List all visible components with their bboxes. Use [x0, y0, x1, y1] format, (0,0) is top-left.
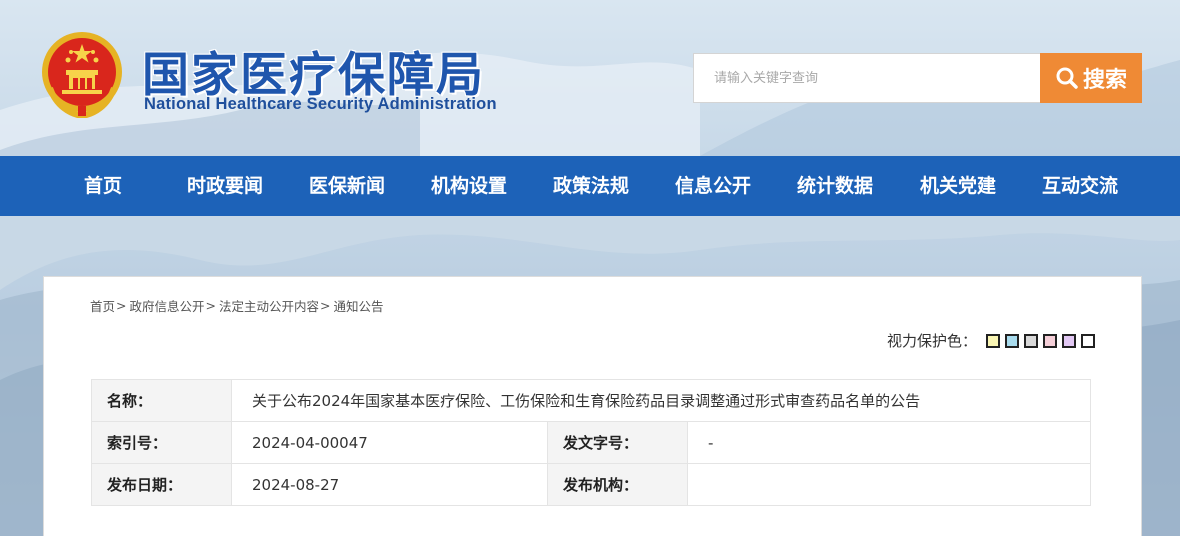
eye-care-swatch-yellow[interactable]: [986, 333, 1000, 348]
breadcrumb: 首页 > 政府信息公开 > 法定主动公开内容 > 通知公告: [90, 296, 384, 315]
eye-care-swatch-purple[interactable]: [1062, 333, 1076, 348]
nav-item-organization[interactable]: 机构设置: [431, 156, 507, 216]
breadcrumb-notices[interactable]: 通知公告: [334, 296, 384, 315]
date-key: 发布日期：: [91, 463, 232, 506]
table-row: 发布日期： 2024-08-27 发布机构：: [91, 463, 1091, 506]
eye-care-label: 视力保护色：: [886, 332, 977, 350]
eye-care-swatch-pink[interactable]: [1043, 333, 1057, 348]
docno-value: -: [687, 421, 1091, 464]
content-panel: 首页 > 政府信息公开 > 法定主动公开内容 > 通知公告 视力保护色： 名称：…: [43, 276, 1142, 536]
org-key: 发布机构：: [547, 463, 688, 506]
document-info-table: 名称： 关于公布2024年国家基本医疗保险、工伤保险和生育保险药品目录调整通过形…: [91, 379, 1091, 506]
breadcrumb-statutory-content[interactable]: 法定主动公开内容: [219, 296, 319, 315]
date-value: 2024-08-27: [231, 463, 548, 506]
search-button[interactable]: 搜索: [1040, 53, 1142, 103]
docno-key: 发文字号：: [547, 421, 688, 464]
index-value: 2024-04-00047: [231, 421, 548, 464]
nav-item-info-disclosure[interactable]: 信息公开: [675, 156, 751, 216]
main-nav: 首页 时政要闻 医保新闻 机构设置 政策法规 信息公开 统计数据 机关党建 互动…: [0, 156, 1180, 216]
name-value: 关于公布2024年国家基本医疗保险、工伤保险和生育保险药品目录调整通过形式审查药…: [231, 379, 1091, 422]
site-title-en: National Healthcare Security Administrat…: [144, 95, 497, 113]
nav-item-party-building[interactable]: 机关党建: [920, 156, 996, 216]
nav-item-interaction[interactable]: 互动交流: [1042, 156, 1118, 216]
breadcrumb-separator: >: [116, 298, 127, 313]
eye-care-swatch-white[interactable]: [1081, 333, 1095, 348]
name-key: 名称：: [91, 379, 232, 422]
org-value: [687, 463, 1091, 506]
table-row: 索引号： 2024-04-00047 发文字号： -: [91, 421, 1091, 464]
nav-item-statistics[interactable]: 统计数据: [797, 156, 873, 216]
site-header: 国家医疗保障局 National Healthcare Security Adm…: [0, 0, 1180, 156]
nav-item-political-news[interactable]: 时政要闻: [187, 156, 263, 216]
eye-care-colors: 视力保护色：: [887, 330, 1095, 351]
breadcrumb-separator: >: [320, 298, 331, 313]
search-icon: [1056, 67, 1078, 89]
nav-item-home[interactable]: 首页: [84, 156, 122, 216]
breadcrumb-separator: >: [205, 298, 216, 313]
national-emblem-icon[interactable]: [40, 30, 124, 118]
eye-care-swatch-gray[interactable]: [1024, 333, 1038, 348]
breadcrumb-gov-info[interactable]: 政府信息公开: [130, 296, 205, 315]
search-input[interactable]: [694, 54, 1040, 102]
index-key: 索引号：: [91, 421, 232, 464]
eye-care-swatch-blue[interactable]: [1005, 333, 1019, 348]
nav-item-policies[interactable]: 政策法规: [553, 156, 629, 216]
breadcrumb-home[interactable]: 首页: [90, 296, 115, 315]
nav-item-healthcare-news[interactable]: 医保新闻: [309, 156, 385, 216]
search-button-label: 搜索: [1082, 68, 1127, 93]
table-row: 名称： 关于公布2024年国家基本医疗保险、工伤保险和生育保险药品目录调整通过形…: [91, 379, 1091, 422]
search-box: [693, 53, 1041, 103]
